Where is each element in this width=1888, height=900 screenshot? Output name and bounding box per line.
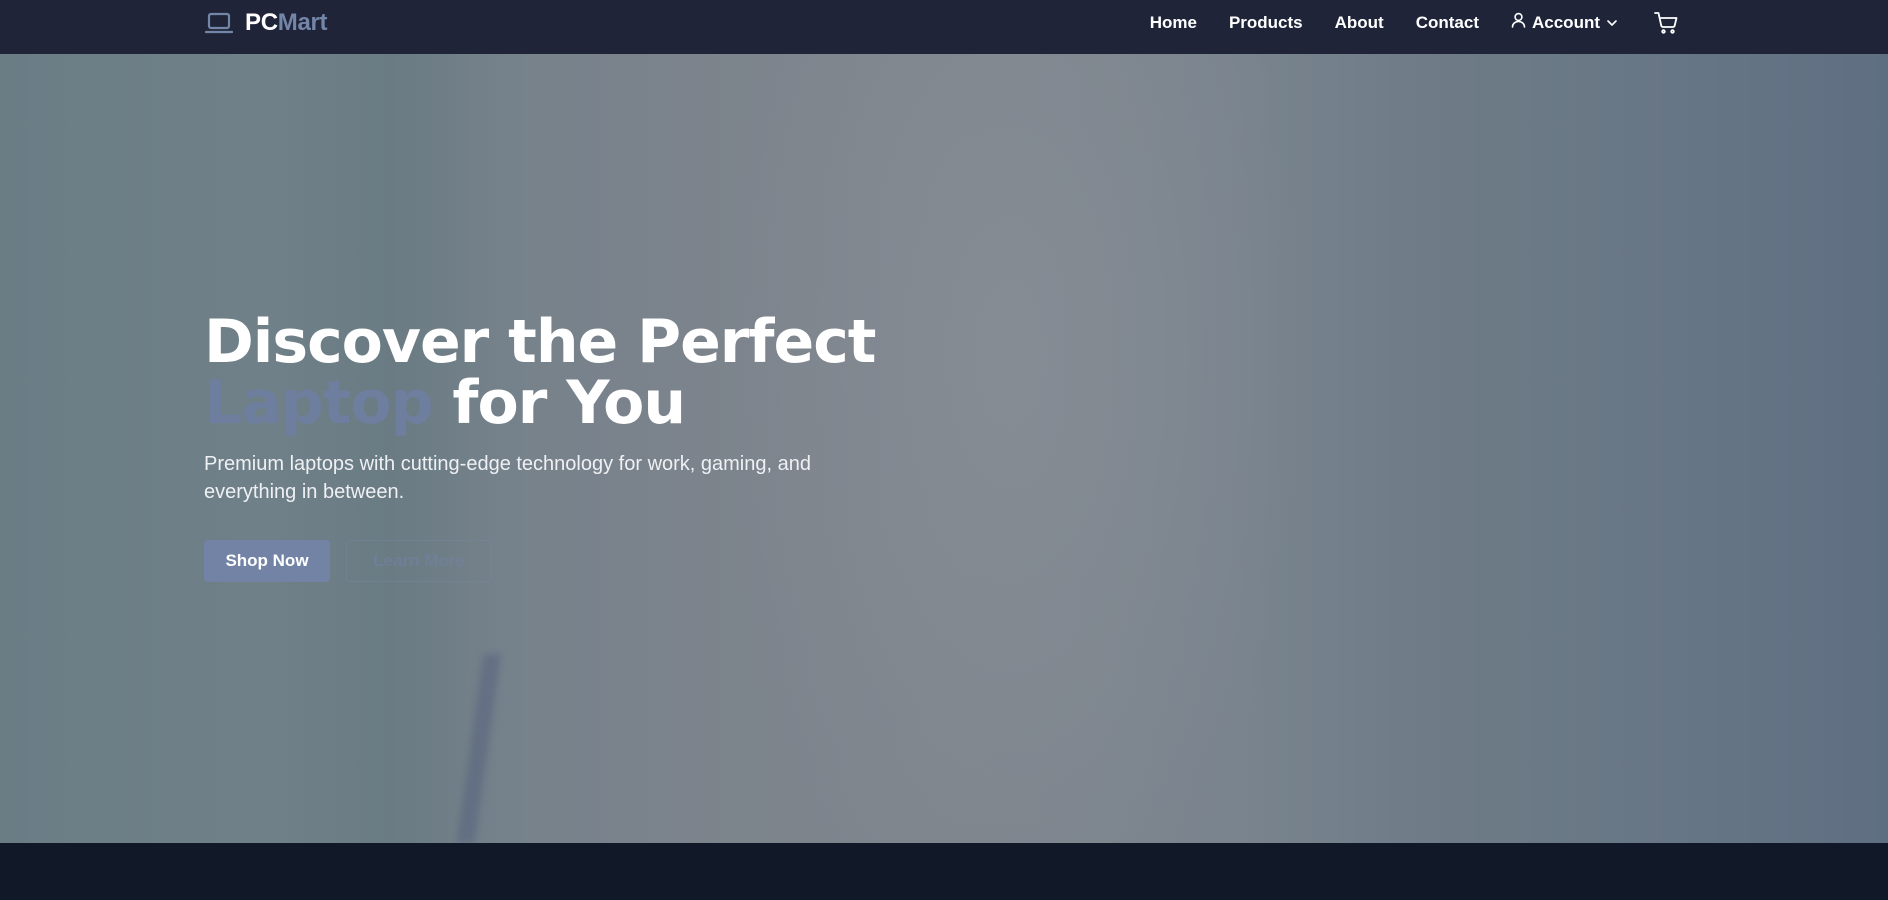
main-nav: Home Products About Contact Account <box>1118 0 1678 45</box>
brand-name-pc: PC <box>245 9 278 36</box>
hero-title-rest: for You <box>432 368 686 438</box>
footer-band <box>0 843 1888 900</box>
brand-logo[interactable]: PCMart <box>205 9 328 37</box>
nav-about-link[interactable]: About <box>1335 13 1384 33</box>
brand-name: PCMart <box>245 9 328 37</box>
account-label: Account <box>1532 12 1600 32</box>
hero-title-accent: Laptop <box>204 368 434 438</box>
nav-contact-link[interactable]: Contact <box>1416 13 1479 33</box>
nav-products-link[interactable]: Products <box>1229 13 1303 33</box>
nav-home-link[interactable]: Home <box>1150 13 1197 33</box>
hero-background-streak <box>1250 54 1670 843</box>
hero-title-line1: Discover the Perfect <box>204 307 876 377</box>
top-navbar: PCMart Home Products About Contact Accou… <box>0 0 1888 54</box>
shop-now-button[interactable]: Shop Now <box>204 540 330 582</box>
hero-subtitle: Premium laptops with cutting-edge techno… <box>204 453 811 503</box>
laptop-icon <box>205 10 235 36</box>
hero-section: Discover the Perfect Laptop for You Prem… <box>0 54 1888 843</box>
brand-name-mart: Mart <box>277 9 328 36</box>
hero-title: Discover the Perfect Laptop for You <box>204 312 904 434</box>
cart-icon[interactable] <box>1654 11 1678 35</box>
chevron-down-icon <box>1606 13 1618 33</box>
learn-more-button[interactable]: Learn More <box>346 540 492 582</box>
hero-content: Discover the Perfect Laptop for You Prem… <box>204 312 904 582</box>
account-menu[interactable]: Account <box>1511 12 1618 33</box>
user-icon <box>1511 12 1526 33</box>
hero-actions: Shop Now Learn More <box>204 540 904 582</box>
